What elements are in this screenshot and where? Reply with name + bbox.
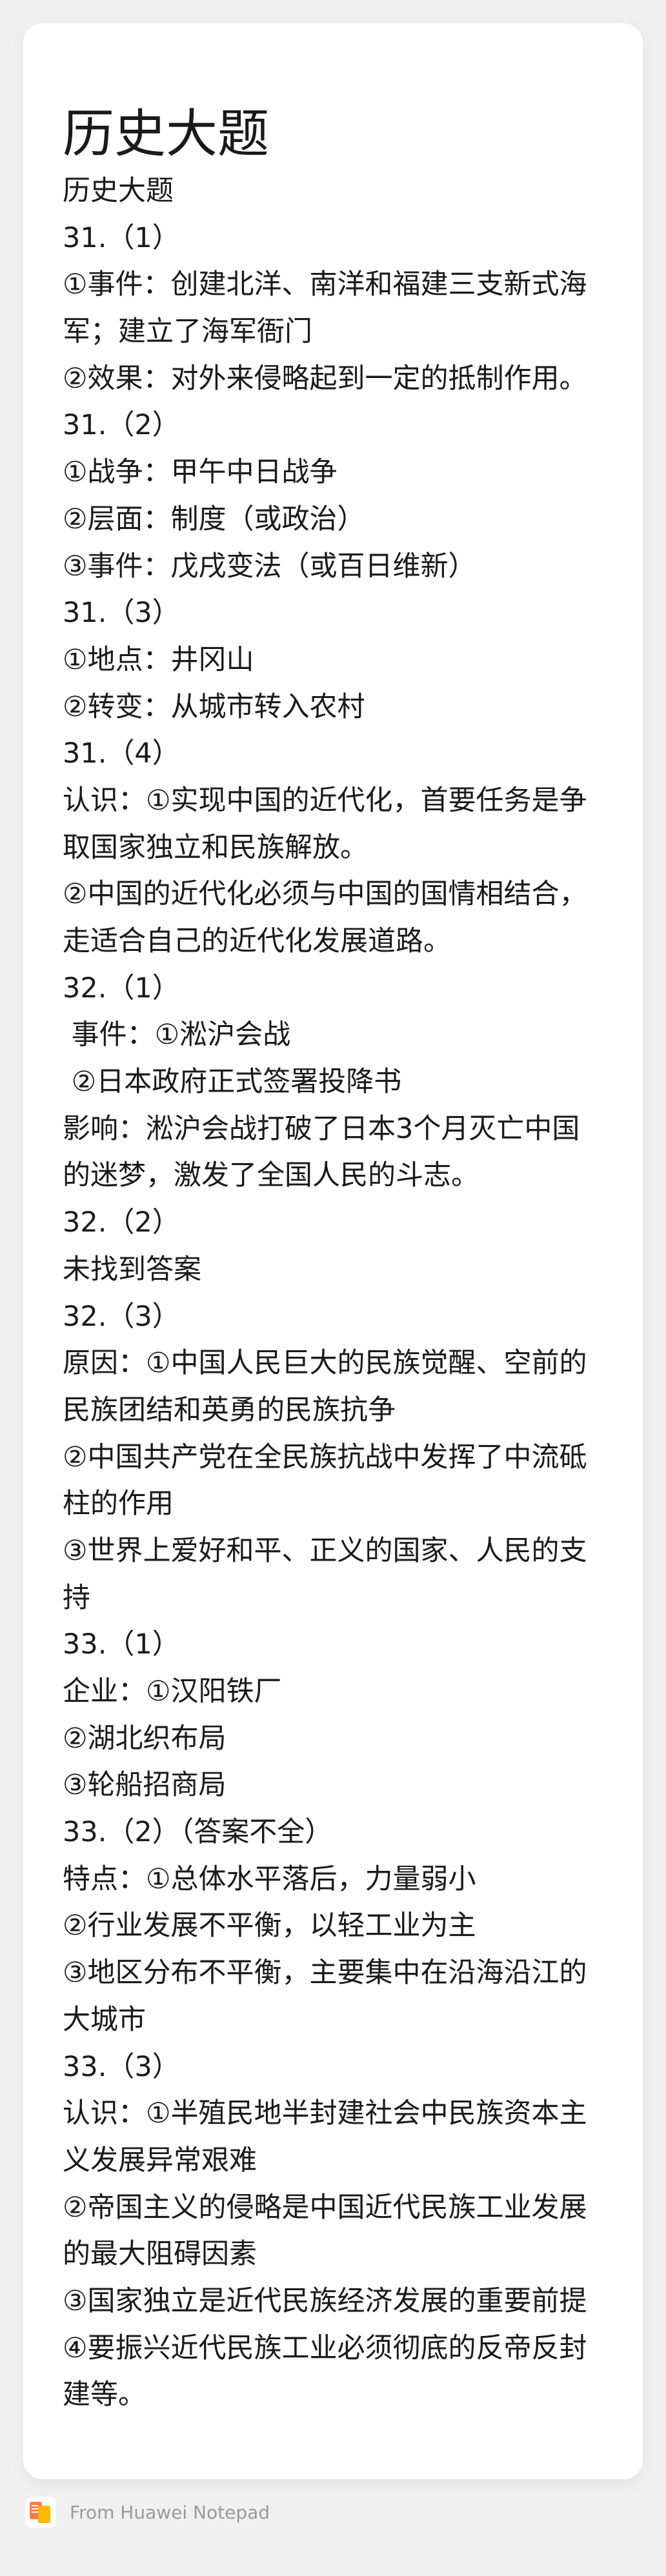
note-line: ②层面：制度（或政治）: [63, 503, 365, 535]
note-line: ②效果：对外来侵略起到一定的抵制作用。: [63, 362, 587, 395]
note-line: ③世界上爱好和平、正义的国家、人民的支: [63, 1534, 587, 1567]
note-line: 32.（1）: [63, 972, 180, 1004]
note-line: 军；建立了海军衙门: [63, 315, 312, 348]
note-line: 33.（1）: [63, 1628, 180, 1661]
note-line: 特点：①总体水平落后，力量弱小: [63, 1862, 476, 1895]
note-line: 义发展异常艰难: [63, 2144, 257, 2177]
note-line: 未找到答案: [63, 1253, 201, 1286]
footer: From Huawei Notepad: [25, 2497, 270, 2528]
note-line: 31.（2）: [63, 409, 180, 442]
note-line: 认识：①半殖民地半封建社会中民族资本主: [63, 2097, 587, 2130]
note-line: 民族团结和英勇的民族抗争: [63, 1393, 396, 1426]
note-line: ①事件：创建北洋、南洋和福建三支新式海: [63, 268, 587, 301]
note-line: ④要振兴近代民族工业必须彻底的反帝反封: [63, 2331, 587, 2364]
note-line: ③地区分布不平衡，主要集中在沿海沿江的: [63, 1957, 587, 1990]
notepad-app-icon: [25, 2497, 56, 2528]
note-line: 企业：①汉阳铁厂: [63, 1675, 282, 1708]
note-line: ②行业发展不平衡，以轻工业为主: [63, 1910, 476, 1942]
note-line: 历史大题: [63, 175, 174, 207]
note-line: 31.（3）: [63, 597, 180, 630]
note-line: ③轮船招商局: [63, 1769, 227, 1802]
note-line: 建等。: [63, 2379, 146, 2411]
note-line: ③国家独立是近代民族经济发展的重要前提: [63, 2284, 587, 2317]
note-body: 历史大题 31.（1） ①事件：创建北洋、南洋和福建三支新式海 军；建立了海军衙门 ②效…: [63, 168, 587, 2419]
note-line: 32.（2）: [63, 1206, 180, 1239]
note-line: 取国家独立和民族解放。: [63, 831, 368, 864]
note-line: 事件：①淞沪会战: [63, 1019, 291, 1052]
note-line: 认识：①实现中国的近代化，首要任务是争: [63, 784, 587, 817]
note-line: 大城市: [63, 2003, 146, 2036]
note-line: 柱的作用: [63, 1488, 174, 1521]
note-line: 影响：淞沪会战打破了日本3个月灭亡中国: [63, 1112, 580, 1145]
note-line: ②帝国主义的侵略是中国近代民族工业发展: [63, 2191, 587, 2224]
note-line: ①地点：井冈山: [63, 643, 254, 676]
note-line: ②中国的近代化必须与中国的国情相结合，: [63, 878, 587, 911]
note-line: 原因：①中国人民巨大的民族觉醒、空前的: [63, 1347, 587, 1380]
note-line: ②转变：从城市转入农村: [63, 690, 365, 723]
note-line: 31.（1）: [63, 221, 180, 254]
note-line: 31.（4）: [63, 737, 180, 770]
note-line: ②湖北织布局: [63, 1722, 227, 1755]
note-line: 的最大阻碍因素: [63, 2238, 257, 2271]
note-line: 的迷梦，激发了全国人民的斗志。: [63, 1159, 479, 1192]
note-line: 32.（3）: [63, 1300, 180, 1333]
note-line: 33.（3）: [63, 2050, 180, 2083]
note-card: 历史大题 历史大题 31.（1） ①事件：创建北洋、南洋和福建三支新式海 军；建立了海…: [23, 23, 643, 2479]
note-line: 持: [63, 1581, 90, 1614]
note-line: ②中国共产党在全民族抗战中发挥了中流砥: [63, 1441, 587, 1473]
note-line: ②日本政府正式签署投降书: [63, 1066, 402, 1099]
note-line: ③事件：戊戌变法（或百日维新）: [63, 550, 476, 583]
note-line: ①战争：甲午中日战争: [63, 456, 338, 489]
note-title: 历史大题: [63, 104, 269, 164]
note-line: 走适合自己的近代化发展道路。: [63, 925, 451, 957]
note-line: 33.（2）（答案不全）: [63, 1816, 333, 1849]
footer-source-text: From Huawei Notepad: [70, 2501, 270, 2523]
